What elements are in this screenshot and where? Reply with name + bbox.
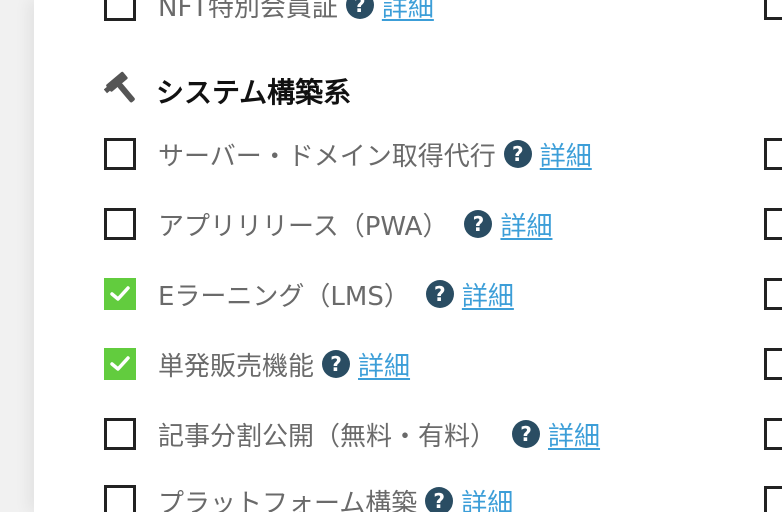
option-row-platform: プラットフォーム構築 ? 詳細 <box>104 484 513 512</box>
option-label: アプリリリース（PWA） <box>158 211 449 242</box>
section-header: システム構築系 <box>103 71 352 111</box>
checkmark-icon <box>110 286 130 301</box>
option-row-single-sale: 単発販売機能 ? 詳細 <box>104 346 410 383</box>
checkmark-icon <box>110 356 130 371</box>
details-link[interactable]: 詳細 <box>358 346 410 383</box>
details-link[interactable]: 詳細 <box>462 276 514 313</box>
help-icon[interactable]: ? <box>503 140 532 168</box>
help-icon[interactable]: ? <box>322 350 351 378</box>
details-link[interactable]: 詳細 <box>540 136 592 173</box>
checkbox[interactable] <box>764 138 782 170</box>
checkbox[interactable] <box>764 348 782 380</box>
option-label: NFT特別会員証 <box>158 0 338 23</box>
checkbox[interactable] <box>764 0 782 20</box>
checkbox[interactable] <box>764 486 782 512</box>
details-link[interactable]: 詳細 <box>382 0 434 24</box>
help-icon[interactable]: ? <box>425 487 454 512</box>
option-row-pwa: アプリリリース（PWA） ? 詳細 <box>104 206 552 243</box>
section-title: システム構築系 <box>156 76 352 109</box>
option-row-server-domain: サーバー・ドメイン取得代行 ? 詳細 <box>104 136 592 173</box>
details-link[interactable]: 詳細 <box>500 206 552 243</box>
checkbox[interactable] <box>104 485 136 512</box>
checkbox[interactable] <box>104 208 136 240</box>
option-row-article-split: 記事分割公開（無料・有料） ? 詳細 <box>104 416 600 453</box>
option-row-lms: Eラーニング（LMS） ? 詳細 <box>104 276 514 313</box>
help-icon[interactable]: ? <box>512 420 541 448</box>
checkbox[interactable] <box>764 418 782 450</box>
option-label: 記事分割公開（無料・有料） <box>158 421 497 452</box>
help-icon[interactable]: ? <box>425 280 454 308</box>
checkbox[interactable] <box>764 278 782 310</box>
details-link[interactable]: 詳細 <box>461 483 513 512</box>
help-icon[interactable]: ? <box>345 0 374 19</box>
hammer-icon <box>103 71 142 111</box>
help-icon[interactable]: ? <box>464 210 493 238</box>
details-link[interactable]: 詳細 <box>548 416 600 453</box>
option-label: 単発販売機能 <box>158 351 315 382</box>
checkbox-checked[interactable] <box>104 348 136 380</box>
option-label: プラットフォーム構築 <box>158 488 418 512</box>
option-row-nft: NFT特別会員証 ? 詳細 <box>104 0 434 24</box>
checkbox[interactable] <box>764 208 782 240</box>
checkbox-checked[interactable] <box>104 278 136 310</box>
checkbox[interactable] <box>104 0 136 21</box>
options-panel: NFT特別会員証 ? 詳細 システム構築系 サーバー・ドメイン取得代行 ? 詳細… <box>34 0 782 512</box>
checkbox[interactable] <box>104 138 136 170</box>
checkbox[interactable] <box>104 418 136 450</box>
option-label: Eラーニング（LMS） <box>158 281 410 312</box>
option-label: サーバー・ドメイン取得代行 <box>158 141 496 172</box>
